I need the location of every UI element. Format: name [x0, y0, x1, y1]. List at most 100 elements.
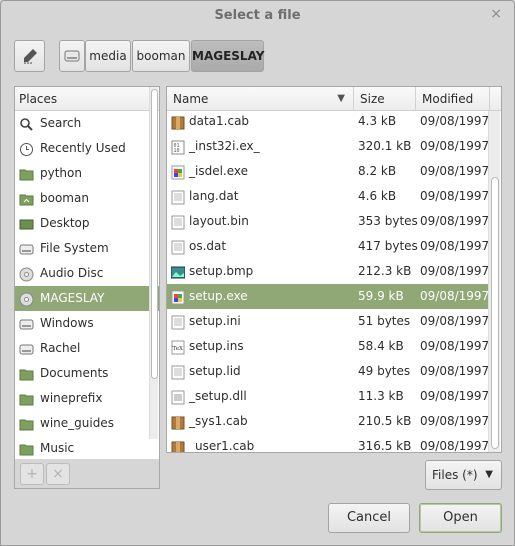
places-item-label: Music — [40, 441, 75, 455]
column-modified-header[interactable]: Modified — [416, 87, 490, 111]
file-modified: 09/08/1997 — [420, 389, 490, 403]
file-modified: 09/08/1997 — [420, 364, 490, 378]
exe-icon — [171, 164, 185, 180]
dll-icon — [171, 389, 185, 405]
file-size: 49 bytes — [358, 364, 411, 378]
places-item-label: booman — [40, 191, 89, 205]
file-size: 212.3 kB — [358, 264, 412, 278]
column-size-header[interactable]: Size — [354, 87, 416, 111]
cab-icon — [171, 114, 185, 130]
places-item-documents[interactable]: Documents — [15, 361, 159, 386]
file-name: _user1.cab — [189, 439, 255, 453]
svg-text:TeX: TeX — [173, 346, 183, 352]
places-item-python[interactable]: python — [15, 161, 159, 186]
path-segment-media[interactable]: media — [85, 40, 131, 72]
edit-location-button[interactable] — [14, 40, 45, 72]
file-name: data1.cab — [189, 114, 250, 128]
file-modified: 09/08/1997 — [420, 289, 490, 303]
places-item-label: Search — [40, 116, 82, 130]
file-name: setup.ins — [189, 339, 244, 353]
places-item-label: Desktop — [40, 216, 90, 230]
column-name-header[interactable]: Name ▼ — [167, 87, 354, 111]
drive-icon — [19, 341, 34, 356]
file-row[interactable]: _user1.cab 316.5 kB 09/08/1997 — [167, 434, 489, 453]
folder-icon — [19, 416, 34, 431]
places-toolbar: + × — [14, 459, 160, 489]
file-modified: 09/08/1997 — [420, 339, 490, 353]
places-item-recently-used[interactable]: Recently Used — [15, 136, 159, 161]
file-size: 11.3 kB — [358, 389, 404, 403]
dialog-title: Select a file — [214, 8, 301, 23]
places-item-label: python — [40, 166, 82, 180]
places-item-windows[interactable]: Windows — [15, 311, 159, 336]
file-name: _isdel.exe — [189, 164, 249, 178]
path-drive-button[interactable] — [59, 40, 85, 72]
open-button[interactable]: Open — [419, 503, 502, 533]
disc-icon — [19, 266, 34, 282]
binary-icon: 01 10 — [171, 139, 185, 155]
file-row[interactable]: data1.cab 4.3 kB 09/08/1997 — [167, 109, 489, 134]
file-list-header: Name ▼ Size Modified — [167, 87, 501, 111]
file-row[interactable]: os.dat 417 bytes 09/08/1997 — [167, 234, 489, 259]
path-segment-mageslay[interactable]: MAGESLAY — [191, 40, 264, 72]
places-item-mageslay[interactable]: MAGESLAY — [15, 286, 159, 311]
path-segment-booman[interactable]: booman — [132, 40, 190, 72]
text-icon — [171, 214, 185, 230]
places-sidebar: Places Search Recently Used python booman De… — [14, 86, 160, 463]
folder-icon — [19, 441, 34, 456]
places-item-label: File System — [40, 241, 109, 255]
file-row[interactable]: layout.bin 353 bytes 09/08/1997 — [167, 209, 489, 234]
file-filter-select[interactable]: Files (*) ▼ — [425, 460, 502, 490]
places-item-booman[interactable]: booman — [15, 186, 159, 211]
file-row[interactable]: _isdel.exe 8.2 kB 09/08/1997 — [167, 159, 489, 184]
file-row[interactable]: TeX setup.ins 58.4 kB 09/08/1997 — [167, 334, 489, 359]
places-item-music[interactable]: Music — [15, 436, 159, 461]
places-item-audio-disc[interactable]: Audio Disc — [15, 261, 159, 286]
places-scrollbar[interactable] — [149, 87, 158, 439]
file-modified: 09/08/1997 — [420, 164, 490, 178]
places-list: Search Recently Used python booman Desktop Fi… — [15, 111, 159, 461]
text-icon — [171, 189, 185, 205]
places-scroll-thumb[interactable] — [151, 89, 158, 379]
file-row[interactable]: setup.lid 49 bytes 09/08/1997 — [167, 359, 489, 384]
places-item-rachel[interactable]: Rachel — [15, 336, 159, 361]
file-size: 316.5 kB — [358, 439, 412, 453]
file-row[interactable]: _sys1.cab 210.5 kB 09/08/1997 — [167, 409, 489, 434]
close-icon[interactable]: × — [490, 6, 502, 22]
file-name: os.dat — [189, 239, 227, 253]
drive-icon — [19, 316, 34, 331]
file-row[interactable]: setup.bmp 212.3 kB 09/08/1997 — [167, 259, 489, 284]
sort-descending-icon: ▼ — [337, 93, 345, 104]
image-icon — [170, 264, 186, 279]
places-item-label: Documents — [40, 366, 109, 380]
places-item-label: wineprefix — [40, 391, 103, 405]
file-name: _inst32i.ex_ — [189, 139, 260, 153]
cancel-button[interactable]: Cancel — [328, 503, 410, 533]
file-modified: 09/08/1997 — [420, 139, 490, 153]
files-scrollbar[interactable] — [488, 111, 500, 452]
file-size: 417 bytes — [358, 239, 418, 253]
places-item-search[interactable]: Search — [15, 111, 159, 136]
text-icon — [171, 314, 185, 330]
drive-icon — [19, 241, 34, 256]
places-item-desktop[interactable]: Desktop — [15, 211, 159, 236]
files-scroll-thumb[interactable] — [491, 177, 499, 449]
places-item-wine-guides[interactable]: wine_guides — [15, 411, 159, 436]
file-modified: 09/08/1997 — [420, 314, 490, 328]
file-modified: 09/08/1997 — [420, 189, 490, 203]
file-row[interactable]: 01 10 _inst32i.ex_ 320.1 kB 09/08/1997 — [167, 134, 489, 159]
chevron-down-icon: ▼ — [485, 469, 493, 480]
folder-icon — [19, 366, 34, 381]
add-bookmark-button[interactable]: + — [20, 463, 44, 485]
file-modified: 09/08/1997 — [420, 264, 490, 278]
places-item-file-system[interactable]: File System — [15, 236, 159, 261]
desktop-icon — [19, 216, 34, 231]
file-row[interactable]: setup.ini 51 bytes 09/08/1997 — [167, 309, 489, 334]
places-item-wineprefix[interactable]: wineprefix — [15, 386, 159, 411]
file-row[interactable]: _setup.dll 11.3 kB 09/08/1997 — [167, 384, 489, 409]
text-icon — [171, 364, 185, 380]
file-row[interactable]: lang.dat 4.6 kB 09/08/1997 — [167, 184, 489, 209]
file-row[interactable]: setup.exe 59.9 kB 09/08/1997 — [167, 284, 489, 309]
search-icon — [19, 116, 34, 131]
remove-bookmark-button[interactable]: × — [46, 463, 70, 485]
